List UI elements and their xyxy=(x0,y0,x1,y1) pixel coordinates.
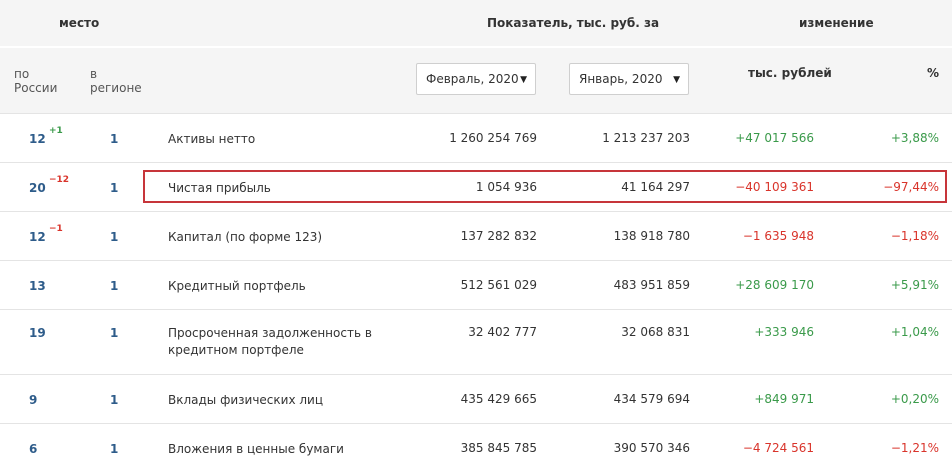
value-period-1: 32 402 777 xyxy=(468,325,537,339)
rank-region: 1 xyxy=(110,326,119,340)
rank-region: 1 xyxy=(110,442,119,456)
rank-russia: 9 xyxy=(29,393,38,407)
value-period-2: 32 068 831 xyxy=(621,325,690,339)
rank-russia: 19 xyxy=(29,326,46,340)
chevron-down-icon: ▼ xyxy=(673,75,680,85)
table-row[interactable]: 6 1 Вложения в ценные бумаги 385 845 785 390… xyxy=(0,423,952,470)
chevron-down-icon: ▼ xyxy=(520,75,527,85)
change-percent: +5,91% xyxy=(890,278,939,292)
value-period-1: 512 561 029 xyxy=(460,278,537,292)
value-period-2: 390 570 346 xyxy=(613,441,690,455)
header-divider-indicator xyxy=(152,46,707,48)
table-row[interactable]: 12 +1 1 Активы нетто 1 260 254 769 1 213 237 … xyxy=(0,113,952,162)
rank-russia: 6 xyxy=(29,442,38,456)
rank-region: 1 xyxy=(110,393,119,407)
change-absolute: −1 635 948 xyxy=(742,229,814,243)
change-percent: +0,20% xyxy=(890,392,939,406)
change-header: изменение xyxy=(799,16,874,30)
rank-change-badge: −12 xyxy=(49,175,70,185)
value-period-1: 385 845 785 xyxy=(460,441,537,455)
rank-change-badge: +1 xyxy=(49,126,63,136)
value-period-2: 483 951 859 xyxy=(613,278,690,292)
change-absolute: +47 017 566 xyxy=(735,131,814,145)
change-absolute: +28 609 170 xyxy=(735,278,814,292)
period-select-1[interactable]: Февраль, 2020 ▼ xyxy=(416,63,536,95)
in-region-header: в регионе xyxy=(90,67,142,95)
rank-region: 1 xyxy=(110,181,119,195)
indicator-name[interactable]: Кредитный портфель xyxy=(168,278,306,295)
rank-russia: 20 xyxy=(29,181,46,195)
change-absolute: +849 971 xyxy=(754,392,814,406)
rank-russia: 13 xyxy=(29,279,46,293)
change-percent: +3,88% xyxy=(890,131,939,145)
table-row[interactable]: 13 1 Кредитный портфель 512 561 029 483 951 … xyxy=(0,260,952,309)
change-percent: −1,18% xyxy=(890,229,939,243)
change-pct-header: % xyxy=(927,66,940,80)
change-percent: −1,21% xyxy=(890,441,939,455)
rank-region: 1 xyxy=(110,230,119,244)
value-period-2: 434 579 694 xyxy=(613,392,690,406)
period-select-2[interactable]: Январь, 2020 ▼ xyxy=(569,63,689,95)
indicator-name[interactable]: Капитал (по форме 123) xyxy=(168,229,322,246)
by-russia-header: по России xyxy=(14,67,58,95)
change-abs-header: тыс. рублей xyxy=(748,66,832,80)
change-percent: +1,04% xyxy=(890,325,939,339)
value-period-1: 137 282 832 xyxy=(460,229,537,243)
rank-russia: 12 xyxy=(29,230,46,244)
table-row[interactable]: 12 −1 1 Капитал (по форме 123) 137 282 832 13… xyxy=(0,211,952,260)
value-period-1: 1 260 254 769 xyxy=(449,131,537,145)
header-divider-place xyxy=(0,46,152,48)
value-period-1: 435 429 665 xyxy=(460,392,537,406)
table-row[interactable]: 9 1 Вклады физических лиц 435 429 665 434 57… xyxy=(0,374,952,423)
indicator-name[interactable]: Вклады физических лиц xyxy=(168,392,323,409)
value-period-2: 1 213 237 203 xyxy=(602,131,690,145)
indicator-name[interactable]: Просроченная задолженность в кредитном по… xyxy=(168,325,372,359)
indicator-header: Показатель, тыс. руб. за xyxy=(487,16,660,30)
rank-region: 1 xyxy=(110,279,119,293)
indicator-name[interactable]: Активы нетто xyxy=(168,131,255,148)
header-divider-change xyxy=(707,46,952,48)
change-absolute: −4 724 561 xyxy=(742,441,814,455)
rank-region: 1 xyxy=(110,132,119,146)
indicator-name[interactable]: Вложения в ценные бумаги xyxy=(168,441,344,458)
rank-change-badge: −1 xyxy=(49,224,63,234)
highlight-frame xyxy=(143,170,947,203)
change-absolute: +333 946 xyxy=(754,325,814,339)
value-period-2: 138 918 780 xyxy=(613,229,690,243)
table-row[interactable]: 19 1 Просроченная задолженность в кредитном… xyxy=(0,309,952,374)
place-header: место xyxy=(59,16,100,30)
rank-russia: 12 xyxy=(29,132,46,146)
